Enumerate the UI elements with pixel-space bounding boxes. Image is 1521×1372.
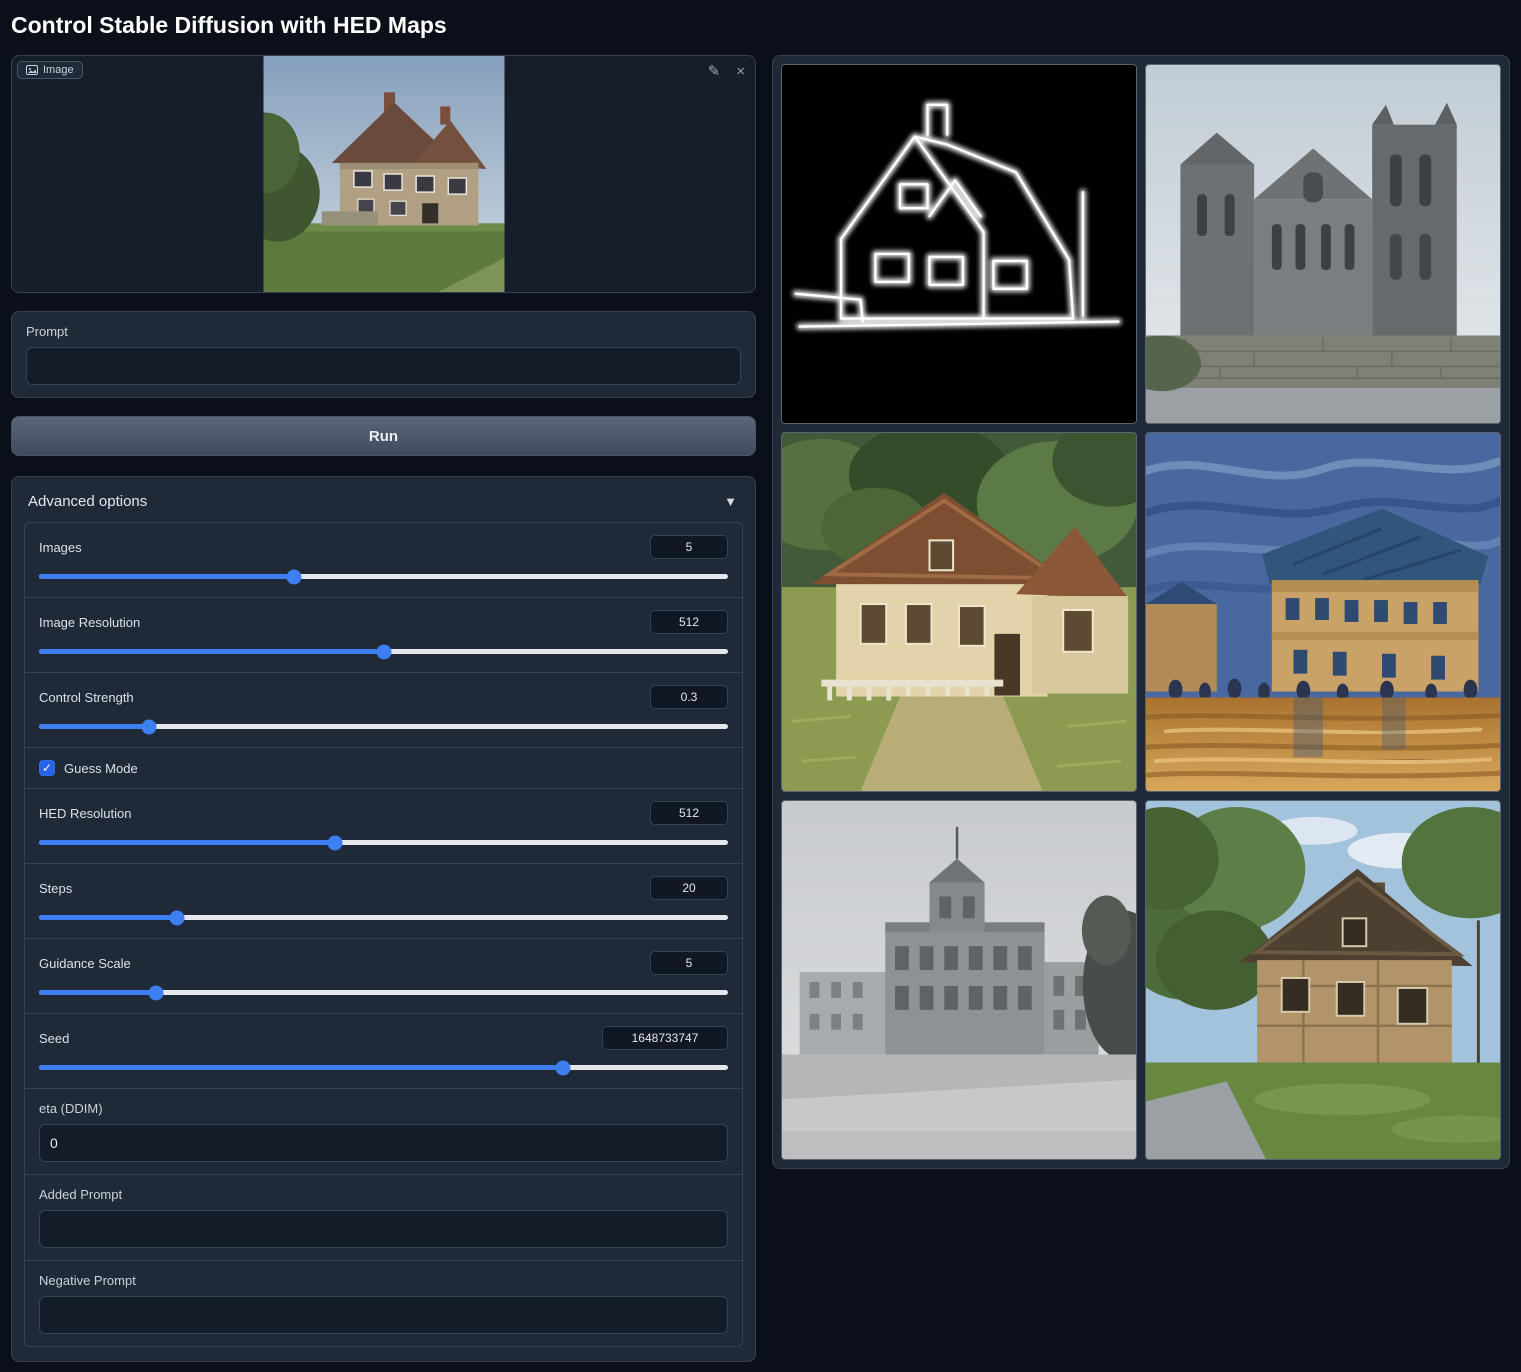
gallery-item-rustic-house[interactable] [1145,800,1501,1160]
advanced-options-header[interactable]: Advanced options ▼ [24,489,743,522]
slider-row-hed-resolution: HED Resolution [25,788,742,863]
image-resolution-slider-fill [39,649,384,654]
image-resolution-label: Image Resolution [39,615,140,630]
image-upload-component: Image ✎ × [11,55,756,293]
seed-slider-handle[interactable] [555,1060,570,1075]
checkmark-icon: ✓ [42,761,52,775]
guess-mode-row: ✓ Guess Mode [25,747,742,788]
slider-row-control-strength: Control Strength [25,672,742,747]
image-resolution-slider-handle[interactable] [376,644,391,659]
added-prompt-label: Added Prompt [39,1187,728,1202]
control-strength-slider-handle[interactable] [142,719,157,734]
images-slider[interactable] [39,574,728,579]
guidance-scale-slider-fill [39,990,156,995]
slider-row-steps: Steps [25,863,742,938]
gallery-item-hed-edge-map[interactable] [781,64,1137,424]
image-resolution-value-input[interactable] [650,610,728,634]
negative-prompt-row: Negative Prompt [25,1260,742,1346]
image-resolution-slider[interactable] [39,649,728,654]
images-slider-fill [39,574,294,579]
hed-resolution-value-input[interactable] [650,801,728,825]
image-icon [26,64,38,76]
advanced-options-panel: Advanced options ▼ Images [11,476,756,1362]
guess-mode-checkbox[interactable]: ✓ [39,760,55,776]
eta-label: eta (DDIM) [39,1101,728,1116]
steps-value-input[interactable] [650,876,728,900]
advanced-options-form: Images Image Resolution [24,522,743,1347]
uploaded-house-photo[interactable] [263,56,504,293]
steps-slider-handle[interactable] [169,910,184,925]
output-gallery [772,55,1510,1169]
gallery-item-cathedral[interactable] [1145,64,1501,424]
seed-value-input[interactable] [602,1026,728,1050]
app-page: Control Stable Diffusion with HED Maps I… [0,0,1521,1372]
slider-row-images: Images [25,523,742,597]
advanced-options-title: Advanced options [28,493,147,510]
seed-label: Seed [39,1031,69,1046]
guess-mode-label: Guess Mode [64,761,138,776]
prompt-input[interactable] [26,347,741,385]
run-button[interactable]: Run [11,416,756,456]
negative-prompt-label: Negative Prompt [39,1273,728,1288]
accordion-arrow-icon: ▼ [724,494,737,509]
control-strength-slider-fill [39,724,149,729]
slider-row-guidance-scale: Guidance Scale [25,938,742,1013]
slider-row-seed: Seed [25,1013,742,1088]
eta-input[interactable] [39,1124,728,1162]
page-title: Control Stable Diffusion with HED Maps [11,12,1510,39]
prompt-label: Prompt [26,324,741,339]
negative-prompt-input[interactable] [39,1296,728,1334]
images-value-input[interactable] [650,535,728,559]
images-label: Images [39,540,82,555]
hed-resolution-slider[interactable] [39,840,728,845]
guidance-scale-slider-handle[interactable] [149,985,164,1000]
guidance-scale-label: Guidance Scale [39,956,131,971]
hed-resolution-label: HED Resolution [39,806,132,821]
added-prompt-row: Added Prompt [25,1174,742,1260]
steps-slider[interactable] [39,915,728,920]
image-component-label: Image [17,61,83,79]
steps-label: Steps [39,881,72,896]
clear-image-button[interactable]: × [734,62,747,81]
image-toolbar: ✎ × [706,62,747,81]
left-column: Image ✎ × [11,55,756,1362]
steps-slider-fill [39,915,177,920]
main-layout: Image ✎ × [11,55,1510,1362]
added-prompt-input[interactable] [39,1210,728,1248]
gallery-item-painted-cottage[interactable] [781,432,1137,792]
guidance-scale-slider[interactable] [39,990,728,995]
control-strength-value-input[interactable] [650,685,728,709]
seed-slider-fill [39,1065,563,1070]
hed-resolution-slider-handle[interactable] [328,835,343,850]
gallery-item-impressionist-painting[interactable] [1145,432,1501,792]
eta-row: eta (DDIM) [25,1088,742,1174]
seed-slider[interactable] [39,1065,728,1070]
control-strength-slider[interactable] [39,724,728,729]
gallery-item-grayscale-building[interactable] [781,800,1137,1160]
hed-resolution-slider-fill [39,840,335,845]
right-column [772,55,1510,1169]
slider-row-image-resolution: Image Resolution [25,597,742,672]
control-strength-label: Control Strength [39,690,134,705]
prompt-block: Prompt [11,311,756,398]
images-slider-handle[interactable] [286,569,301,584]
guidance-scale-value-input[interactable] [650,951,728,975]
image-component-label-text: Image [43,64,74,76]
edit-image-button[interactable]: ✎ [706,62,723,81]
